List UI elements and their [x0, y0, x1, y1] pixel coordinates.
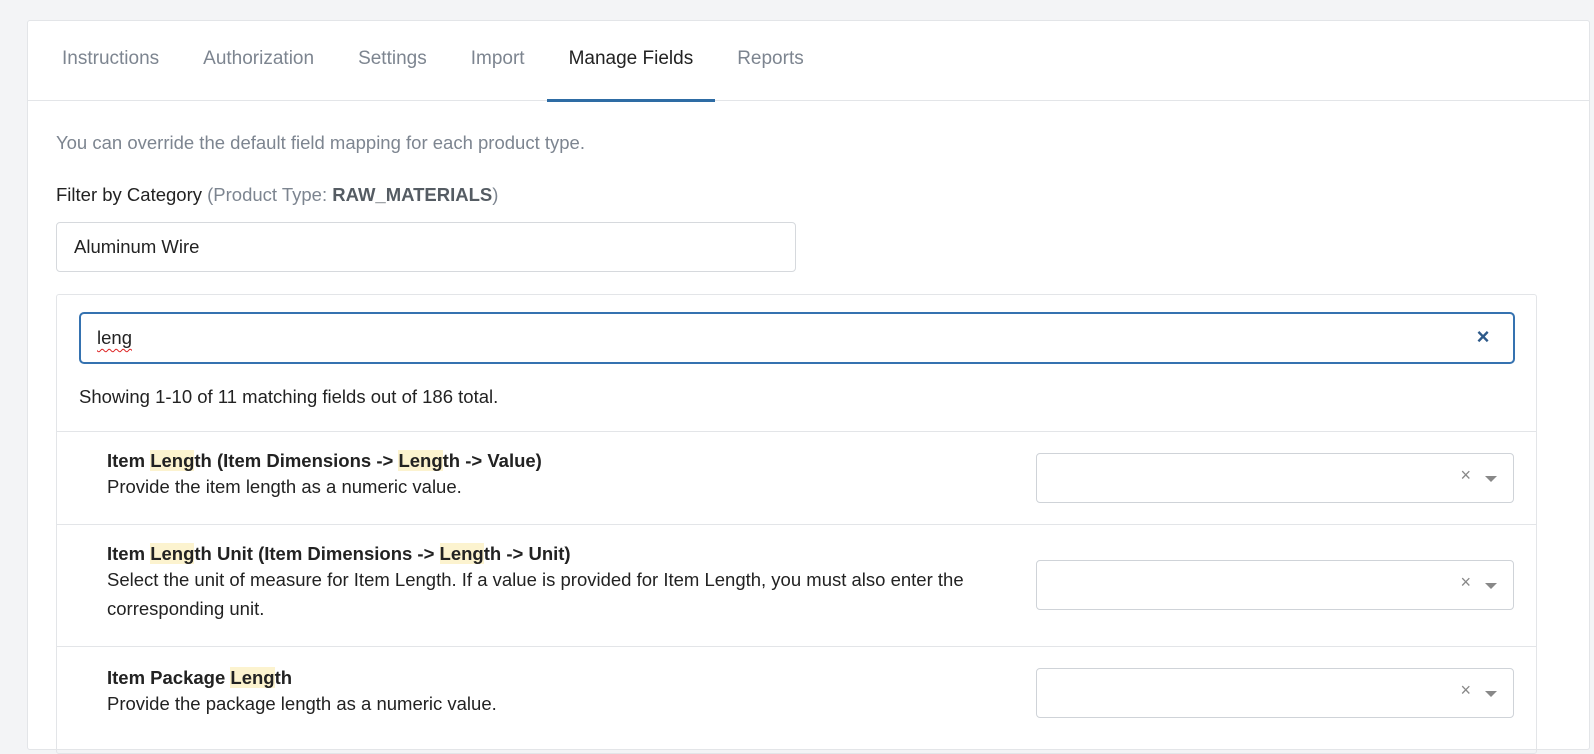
caret-down-icon[interactable] [1485, 583, 1497, 589]
title-part: Item [107, 450, 151, 471]
match-count-text: Showing 1-10 of 11 matching fields out o… [79, 386, 499, 407]
search-highlight: Leng [150, 450, 195, 471]
field-title: Item Package Length [107, 667, 1022, 689]
title-part: th Unit (Item Dimensions -> [194, 543, 440, 564]
caret-down-icon[interactable] [1485, 691, 1497, 697]
tab-manage-fields[interactable]: Manage Fields [546, 21, 716, 102]
search-highlight: Leng [150, 543, 195, 564]
field-row: Item Length (Item Dimensions -> Length -… [57, 432, 1536, 525]
field-row-text: Item Length (Item Dimensions -> Length -… [107, 450, 1022, 501]
field-row-text: Item Package Length Provide the package … [107, 667, 1022, 718]
search-highlight: Leng [439, 543, 484, 564]
tab-reports[interactable]: Reports [715, 21, 826, 101]
title-part: th (Item Dimensions -> [194, 450, 399, 471]
product-type-suffix: ) [492, 184, 499, 205]
clear-select-icon[interactable]: × [1460, 572, 1471, 593]
fields-list-box: leng × Showing 1-10 of 11 matching field… [56, 294, 1537, 754]
tab-settings[interactable]: Settings [336, 21, 449, 101]
clear-select-icon[interactable]: × [1460, 465, 1471, 486]
tab-instructions[interactable]: Instructions [40, 21, 181, 101]
title-part: Item Package [107, 667, 231, 688]
search-highlight: Leng [398, 450, 443, 471]
field-mapping-select[interactable]: × [1036, 668, 1514, 718]
field-title: Item Length (Item Dimensions -> Length -… [107, 450, 1022, 472]
tab-authorization[interactable]: Authorization [181, 21, 336, 101]
category-filter-input[interactable]: Aluminum Wire [56, 222, 796, 272]
tab-import[interactable]: Import [449, 21, 547, 101]
title-part: th [274, 667, 293, 688]
description-line: Select the unit of measure for Item Leng… [107, 569, 964, 590]
clear-select-icon[interactable]: × [1460, 680, 1471, 701]
description-line: corresponding unit. [107, 598, 265, 619]
caret-down-icon[interactable] [1485, 476, 1497, 482]
filter-label-text: Filter by Category [56, 184, 202, 205]
field-description: Provide the item length as a numeric val… [107, 476, 462, 497]
field-search-value[interactable]: leng [97, 314, 132, 362]
field-rows: Item Length (Item Dimensions -> Length -… [57, 431, 1536, 740]
field-description: Select the unit of measure for Item Leng… [107, 565, 1022, 623]
title-part: th -> Unit) [483, 543, 571, 564]
clear-search-icon[interactable]: × [1471, 325, 1495, 349]
field-title: Item Length Unit (Item Dimensions -> Len… [107, 543, 1022, 565]
field-row-text: Item Length Unit (Item Dimensions -> Len… [107, 543, 1022, 623]
field-row: Item Package Length Provide the package … [57, 647, 1536, 740]
product-type-prefix: (Product Type: [207, 184, 333, 205]
field-description: Provide the package length as a numeric … [107, 693, 497, 714]
title-part: th -> Value) [442, 450, 542, 471]
field-row: Item Length Unit (Item Dimensions -> Len… [57, 525, 1536, 647]
field-mapping-select[interactable]: × [1036, 453, 1514, 503]
field-search-input[interactable]: leng × [79, 312, 1515, 364]
product-type-value: RAW_MATERIALS [332, 184, 493, 205]
field-mapping-select[interactable]: × [1036, 560, 1514, 610]
title-part: Item [107, 543, 151, 564]
search-highlight: Leng [230, 667, 275, 688]
manage-fields-panel: Instructions Authorization Settings Impo… [27, 20, 1590, 754]
intro-text: You can override the default field mappi… [56, 132, 585, 153]
tab-bar: Instructions Authorization Settings Impo… [28, 21, 1589, 102]
filter-label: Filter by Category (Product Type: RAW_MA… [56, 184, 1561, 206]
tab-content: You can override the default field mappi… [28, 132, 1589, 754]
